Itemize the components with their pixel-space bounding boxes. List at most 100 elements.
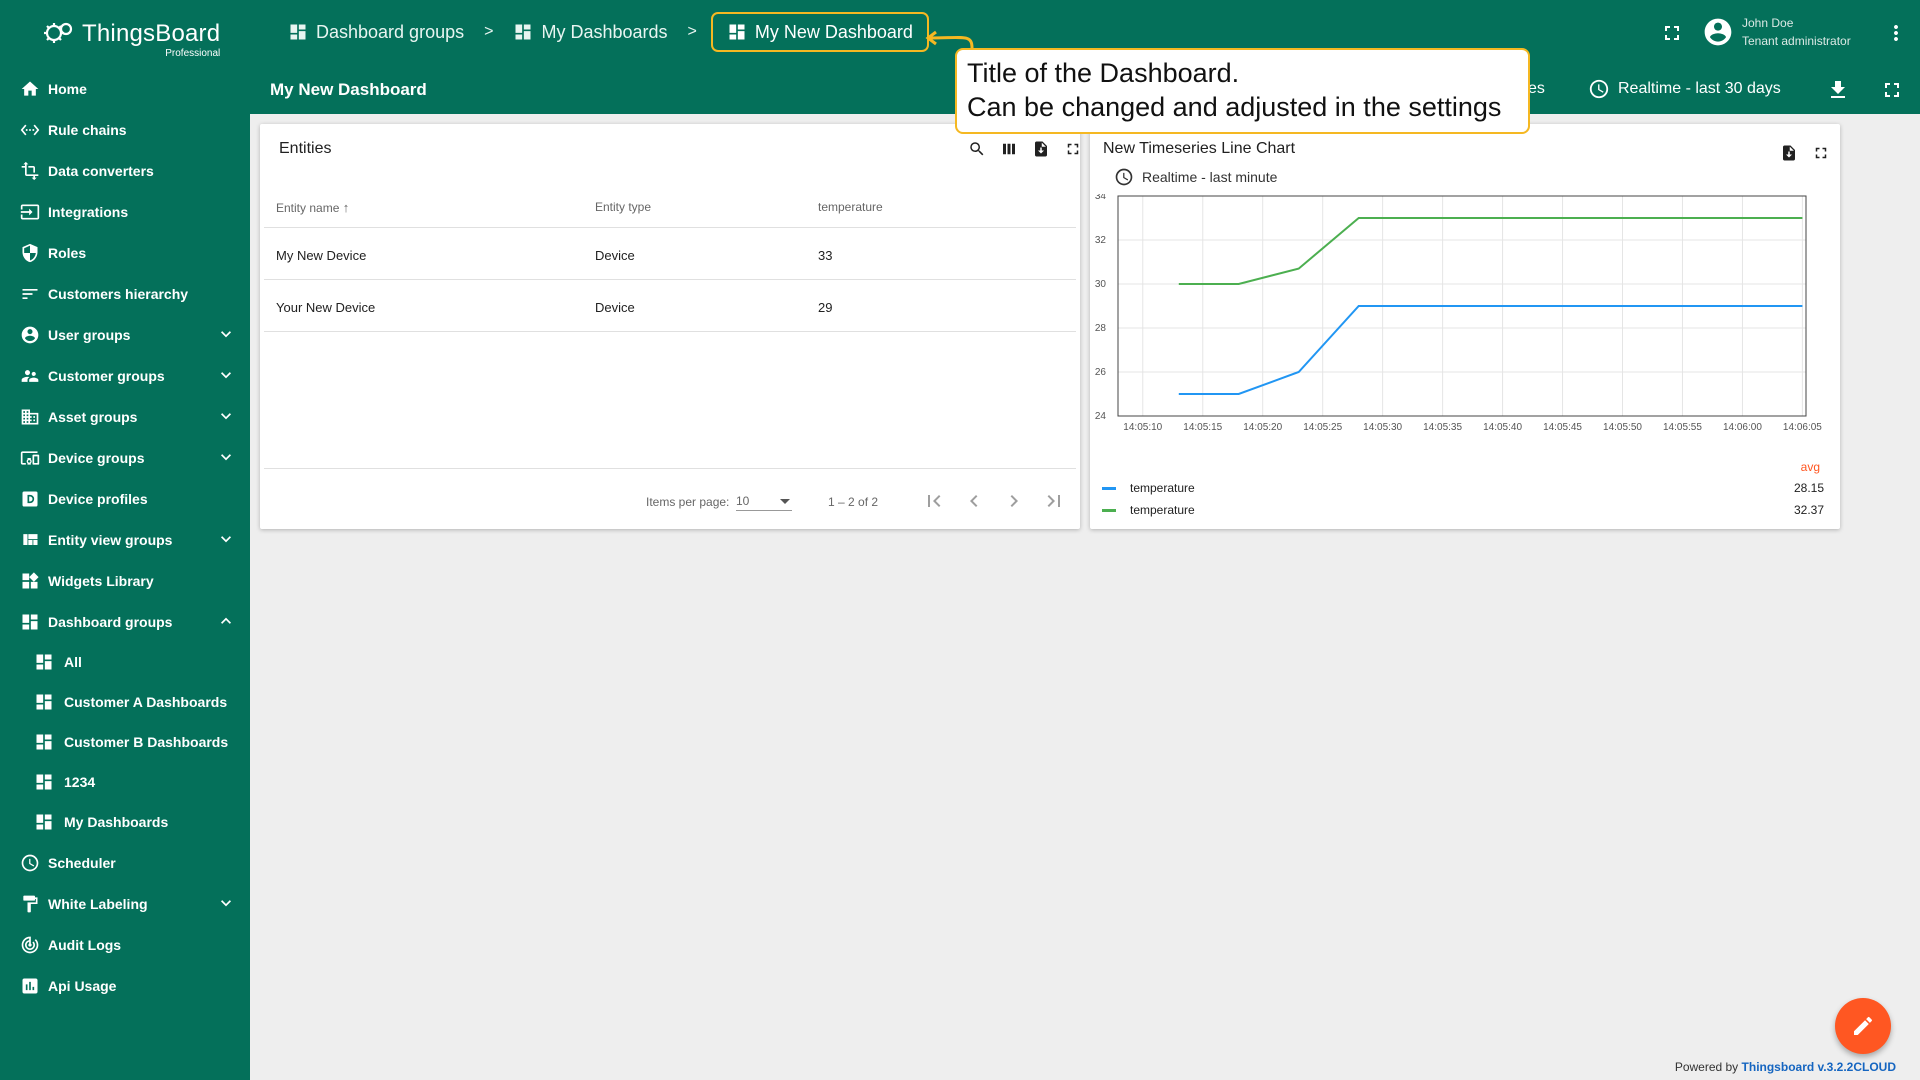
- sidebar-subitem-all[interactable]: All: [0, 642, 250, 682]
- dashboard-icon: [36, 694, 52, 710]
- dashboard-title: My New Dashboard: [270, 80, 427, 99]
- sidebar-subitem-customer-b-dashboards[interactable]: Customer B Dashboards: [0, 722, 250, 762]
- fullscreen-icon[interactable]: [1812, 144, 1830, 162]
- paginator-range: 1 – 2 of 2: [828, 495, 879, 509]
- sidebar-item-scheduler[interactable]: Scheduler: [0, 842, 250, 883]
- x-tick-label: 14:05:20: [1243, 422, 1282, 433]
- transform-icon: [21, 161, 39, 180]
- legend-item[interactable]: temperature 28.15: [1102, 479, 1824, 497]
- x-tick-label: 14:05:30: [1363, 422, 1402, 433]
- column-label: Entity name: [276, 201, 340, 215]
- sidebar-item-label: User groups: [48, 326, 131, 343]
- cell-temperature: 29: [818, 300, 833, 315]
- sidebar-item-entity-view-groups[interactable]: Entity view groups: [0, 519, 250, 560]
- legend-item[interactable]: temperature 32.37: [1102, 501, 1824, 519]
- sidebar-item-rule-chains[interactable]: Rule chains: [0, 109, 250, 150]
- sidebar-item-home[interactable]: Home: [0, 68, 250, 109]
- dashboard-icon: [36, 814, 52, 830]
- sidebar-item-label: Dashboard groups: [48, 613, 173, 630]
- sidebar-item-label: Widgets Library: [48, 572, 154, 589]
- fullscreen-icon[interactable]: [1064, 140, 1082, 158]
- items-per-page-select[interactable]: 10: [736, 493, 792, 511]
- sidebar-item-user-groups[interactable]: User groups: [0, 314, 250, 355]
- column-header-entity-name[interactable]: Entity name ↑: [276, 200, 349, 215]
- breadcrumb-current-dashboard[interactable]: My New Dashboard: [710, 12, 929, 52]
- column-header-entity-type[interactable]: Entity type: [595, 200, 651, 214]
- version-link[interactable]: Thingsboard v.3.2.2CLOUD: [1742, 1060, 1896, 1074]
- fullscreen-icon[interactable]: [1880, 78, 1904, 102]
- sidebar-item-audit-logs[interactable]: Audit Logs: [0, 924, 250, 965]
- y-tick-label: 34: [1095, 194, 1107, 202]
- edit-dashboard-button[interactable]: [1835, 998, 1891, 1054]
- export-file-icon[interactable]: [1032, 140, 1050, 158]
- logo[interactable]: ThingsBoard Professional: [0, 0, 250, 68]
- breadcrumb-label: My Dashboards: [541, 21, 668, 42]
- sidebar-subitem-label: 1234: [64, 774, 96, 790]
- more-vert-icon[interactable]: [1884, 21, 1908, 45]
- search-icon[interactable]: [968, 140, 986, 158]
- sidebar: ThingsBoard Professional Home Rule chains…: [0, 0, 250, 1080]
- column-header-temperature[interactable]: temperature: [818, 200, 883, 214]
- sidebar-item-customer-groups[interactable]: Customer groups: [0, 355, 250, 396]
- dashboard-icon: [36, 774, 52, 790]
- chevron-up-icon: [221, 617, 231, 624]
- sidebar-item-data-converters[interactable]: Data converters: [0, 150, 250, 191]
- sidebar-item-device-groups[interactable]: Device groups: [0, 437, 250, 478]
- sidebar-item-dashboard-groups[interactable]: Dashboard groups: [0, 601, 250, 642]
- export-file-icon[interactable]: [1780, 144, 1798, 162]
- callout-line-1: Title of the Dashboard.: [967, 58, 1240, 88]
- user-name: John Doe: [1742, 16, 1794, 30]
- dashboard-icon: [18, 610, 42, 634]
- user-menu[interactable]: John Doe Tenant administrator: [1702, 14, 1851, 50]
- input-icon: [18, 200, 42, 224]
- sidebar-item-label: Integrations: [48, 203, 129, 220]
- breadcrumb-my-dashboards[interactable]: My Dashboards: [507, 14, 673, 50]
- breadcrumb-dashboard-groups[interactable]: Dashboard groups: [282, 14, 470, 50]
- supervisor-account-icon: [21, 369, 39, 382]
- breadcrumb-label: My New Dashboard: [754, 21, 913, 42]
- widget-toolbar: [954, 140, 1082, 158]
- widget-timewindow[interactable]: Realtime - last minute: [1114, 167, 1277, 187]
- first-page-icon[interactable]: [922, 489, 946, 513]
- series-line-2: [1178, 217, 1803, 285]
- toolbar-partial-label[interactable]: es: [1528, 80, 1545, 98]
- items-per-page-label: Items per page:: [646, 495, 730, 509]
- sidebar-item-roles[interactable]: Roles: [0, 232, 250, 273]
- last-page-icon[interactable]: [1042, 489, 1066, 513]
- series-line-1: [1178, 305, 1803, 395]
- y-tick-label: 24: [1095, 411, 1107, 422]
- table-row[interactable]: Your New Device Device 29: [264, 280, 1076, 332]
- sidebar-subitem-my-dashboards[interactable]: My Dashboards: [0, 802, 250, 842]
- sidebar-subitem-customer-a-dashboards[interactable]: Customer A Dashboards: [0, 682, 250, 722]
- table-row[interactable]: My New Device Device 33: [264, 228, 1076, 280]
- sidebar-item-api-usage[interactable]: Api Usage: [0, 965, 250, 1006]
- entities-widget: Entities Entity name ↑ Entity type tempe…: [260, 124, 1080, 529]
- timewindow-selector[interactable]: Realtime - last 30 days: [1588, 78, 1781, 100]
- sidebar-item-asset-groups[interactable]: Asset groups: [0, 396, 250, 437]
- breadcrumb: Dashboard groups > My Dashboards > My Ne…: [282, 12, 929, 52]
- sidebar-item-customers-hierarchy[interactable]: Customers hierarchy: [0, 273, 250, 314]
- fullscreen-icon[interactable]: [1660, 21, 1684, 45]
- sidebar-item-widgets-library[interactable]: Widgets Library: [0, 560, 250, 601]
- edit-icon: [1854, 1016, 1873, 1035]
- legend-series-name: temperature: [1130, 481, 1195, 495]
- line-chart[interactable]: 24 26 28 30 32 34 14:05:10 14:05:15 14:05:20 14:0…: [1090, 194, 1840, 454]
- sidebar-item-white-labeling[interactable]: White Labeling: [0, 883, 250, 924]
- chevron-down-icon: [216, 365, 236, 385]
- previous-page-icon[interactable]: [962, 489, 986, 513]
- sidebar-subitem-1234[interactable]: 1234: [0, 762, 250, 802]
- shield-icon: [18, 241, 42, 265]
- download-icon[interactable]: [1826, 78, 1850, 102]
- chevron-down-icon: [216, 893, 236, 913]
- account-circle-icon: [18, 323, 42, 347]
- user-role: Tenant administrator: [1742, 34, 1851, 48]
- track-changes-icon: [21, 936, 39, 953]
- sidebar-subitem-label: All: [64, 654, 82, 670]
- sidebar-item-integrations[interactable]: Integrations: [0, 191, 250, 232]
- next-page-icon[interactable]: [1002, 489, 1026, 513]
- sidebar-item-label: Home: [48, 80, 87, 97]
- chevron-down-icon: [221, 900, 231, 907]
- sidebar-item-device-profiles[interactable]: Device profiles: [0, 478, 250, 519]
- view-column-icon[interactable]: [1000, 140, 1018, 158]
- callout-arrow-icon: [925, 30, 974, 49]
